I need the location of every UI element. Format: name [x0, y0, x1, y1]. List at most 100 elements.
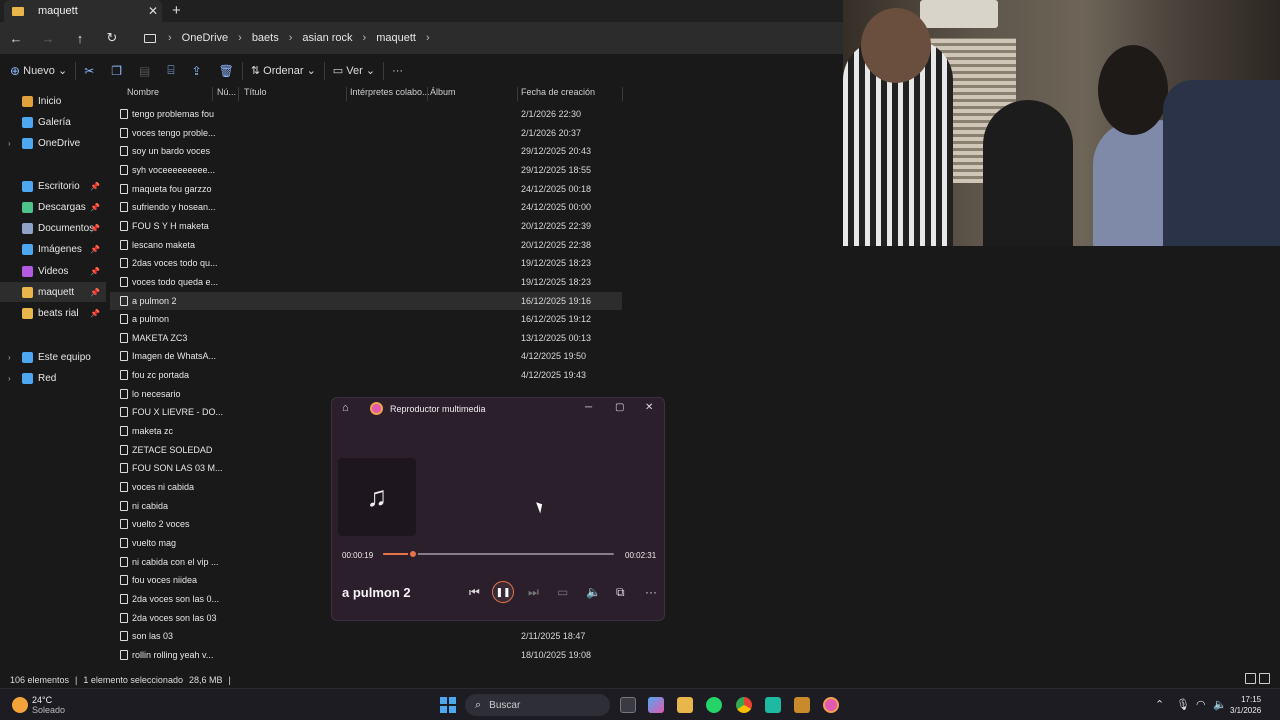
taskbar-search[interactable]: ⌕ Buscar	[465, 694, 610, 716]
more-options-icon[interactable]: ···	[392, 65, 403, 77]
maximize-icon[interactable]: ▢	[615, 402, 624, 413]
volume-icon[interactable]: 🔈	[1213, 698, 1227, 711]
copy-icon[interactable]: ❐	[111, 64, 122, 78]
column-header-artists[interactable]: Intérpretes colabo...	[350, 87, 430, 101]
audio-file-icon	[120, 612, 128, 623]
file-row[interactable]: a pulmon 2 16/12/2025 19:16	[110, 291, 622, 310]
sort-button[interactable]: ⇅ Ordenar ⌄	[251, 64, 316, 78]
chevron-right-icon[interactable]: ›	[8, 374, 11, 383]
file-row[interactable]: soy un bardo voces 29/12/2025 20:43	[110, 142, 622, 160]
sidebar-item[interactable]: maquett 📌	[0, 282, 106, 302]
tab-maquett[interactable]: maquett ✕	[4, 0, 162, 22]
breadcrumb-item[interactable]: baets	[248, 32, 283, 44]
sidebar-item[interactable]: › Este equipo	[0, 347, 106, 367]
file-row[interactable]: tengo problemas fou 2/1/2026 22:30	[110, 105, 622, 123]
home-icon[interactable]: ⌂	[342, 402, 349, 414]
column-header-number[interactable]: Nú...	[217, 87, 236, 101]
seek-bar[interactable]	[383, 549, 614, 559]
column-divider[interactable]	[622, 87, 623, 101]
breadcrumb: › OneDrive › baets › asian rock › maquet…	[136, 22, 436, 54]
chrome-icon[interactable]	[736, 697, 752, 713]
back-icon[interactable]: ←	[0, 31, 32, 46]
column-divider[interactable]	[427, 87, 428, 101]
file-row[interactable]: fou zc portada 4/12/2025 19:43	[110, 366, 622, 384]
sidebar-item[interactable]: Galería	[0, 112, 106, 132]
file-row[interactable]: son las 03 2/11/2025 18:47	[110, 627, 622, 645]
file-row[interactable]: Imagen de WhatsA... 4/12/2025 19:50	[110, 347, 622, 365]
file-row[interactable]: MAKETA ZC3 13/12/2025 00:13	[110, 329, 622, 347]
file-row[interactable]: voces tengo proble... 2/1/2026 20:37	[110, 124, 622, 142]
file-row[interactable]: syh voceeeeeeeee... 29/12/2025 18:55	[110, 161, 622, 179]
minimize-icon[interactable]: ─	[585, 402, 592, 413]
close-icon[interactable]: ✕	[645, 402, 653, 413]
clock[interactable]: 17:15 3/1/2026	[1230, 694, 1261, 716]
copilot-icon[interactable]	[648, 697, 664, 713]
seek-bar-thumb[interactable]	[408, 549, 419, 559]
delete-icon[interactable]: 🗑	[219, 64, 234, 78]
column-divider[interactable]	[346, 87, 347, 101]
new-button[interactable]: ⊕ Nuevo ⌄	[10, 64, 67, 78]
column-header-title[interactable]: Título	[244, 87, 267, 101]
refresh-icon[interactable]: ↻	[96, 30, 128, 46]
subtitles-icon[interactable]: ▭	[557, 585, 568, 599]
share-icon[interactable]: ⇪	[192, 64, 202, 78]
pause-button[interactable]: ❚❚	[492, 581, 514, 603]
cut-icon[interactable]: ✂	[84, 64, 94, 78]
app-icon[interactable]	[794, 697, 810, 713]
column-divider[interactable]	[517, 87, 518, 101]
column-divider[interactable]	[212, 87, 213, 101]
volume-icon[interactable]: 🔈	[586, 585, 601, 599]
details-view-icon[interactable]	[1245, 673, 1256, 684]
chevron-right-icon[interactable]: ›	[8, 139, 11, 148]
next-icon[interactable]: ⏭	[528, 585, 539, 600]
forward-icon[interactable]: →	[32, 31, 64, 46]
file-row[interactable]: maqueta fou garzzo 24/12/2025 00:18	[110, 180, 622, 198]
weather-widget[interactable]: 24°C Soleado	[12, 695, 65, 715]
file-row[interactable]: 2das voces todo qu... 19/12/2025 18:23	[110, 254, 622, 272]
whatsapp-icon[interactable]	[706, 697, 722, 713]
paste-icon[interactable]: ▤	[139, 64, 150, 78]
sidebar-item[interactable]: Descargas 📌	[0, 197, 106, 217]
microphone-icon[interactable]: 🎙	[1176, 698, 1190, 711]
wifi-icon[interactable]: ◠	[1196, 698, 1206, 711]
tiles-view-icon[interactable]	[1259, 673, 1270, 684]
up-icon[interactable]: ↑	[64, 31, 96, 46]
app-icon[interactable]	[765, 697, 781, 713]
monitor-icon[interactable]	[144, 33, 156, 43]
chevron-up-icon[interactable]: ⌃	[1155, 698, 1164, 711]
task-view-icon[interactable]	[620, 697, 636, 713]
file-explorer-icon[interactable]	[677, 697, 693, 713]
media-player-icon[interactable]	[823, 697, 839, 713]
close-tab-icon[interactable]: ✕	[144, 4, 162, 18]
miniplayer-icon[interactable]: ⧉	[616, 585, 625, 600]
file-row[interactable]: sufriendo y hosean... 24/12/2025 00:00	[110, 198, 622, 216]
chevron-right-icon[interactable]: ›	[8, 353, 11, 362]
sidebar-item[interactable]: Documentos 📌	[0, 218, 106, 238]
file-row[interactable]: lescano maketa 20/12/2025 22:38	[110, 236, 622, 254]
sidebar-item[interactable]: Escritorio 📌	[0, 176, 106, 196]
previous-icon[interactable]: ⏮	[469, 585, 480, 600]
audio-file-icon	[120, 444, 128, 455]
column-header-name[interactable]: Nombre	[127, 87, 159, 101]
file-row[interactable]: rollin rolling yeah v... 18/10/2025 19:08	[110, 646, 622, 664]
file-row[interactable]: FOU S Y H maketa 20/12/2025 22:39	[110, 217, 622, 235]
breadcrumb-item[interactable]: OneDrive	[178, 32, 232, 44]
file-row[interactable]: voces todo queda e... 19/12/2025 18:23	[110, 273, 622, 291]
breadcrumb-item[interactable]: maquett	[372, 32, 420, 44]
sidebar-item[interactable]: › Red	[0, 368, 106, 388]
sidebar-item[interactable]: Inicio	[0, 91, 106, 111]
column-header-album[interactable]: Álbum	[430, 87, 456, 101]
view-button[interactable]: ▭ Ver ⌄	[333, 64, 375, 78]
new-tab-button[interactable]: +	[172, 2, 181, 19]
breadcrumb-item[interactable]: asian rock	[298, 32, 356, 44]
start-button[interactable]	[440, 697, 456, 713]
more-options-icon[interactable]: ···	[645, 585, 657, 599]
sidebar-item[interactable]: › OneDrive	[0, 133, 106, 153]
sidebar-item[interactable]: Videos 📌	[0, 261, 106, 281]
column-divider[interactable]	[238, 87, 239, 101]
column-header-created[interactable]: Fecha de creación	[521, 87, 595, 101]
sidebar-item[interactable]: Imágenes 📌	[0, 239, 106, 259]
file-row[interactable]: a pulmon 16/12/2025 19:12	[110, 310, 622, 328]
sidebar-item[interactable]: beats rial 📌	[0, 303, 106, 323]
rename-icon[interactable]: ⌸	[167, 63, 174, 78]
